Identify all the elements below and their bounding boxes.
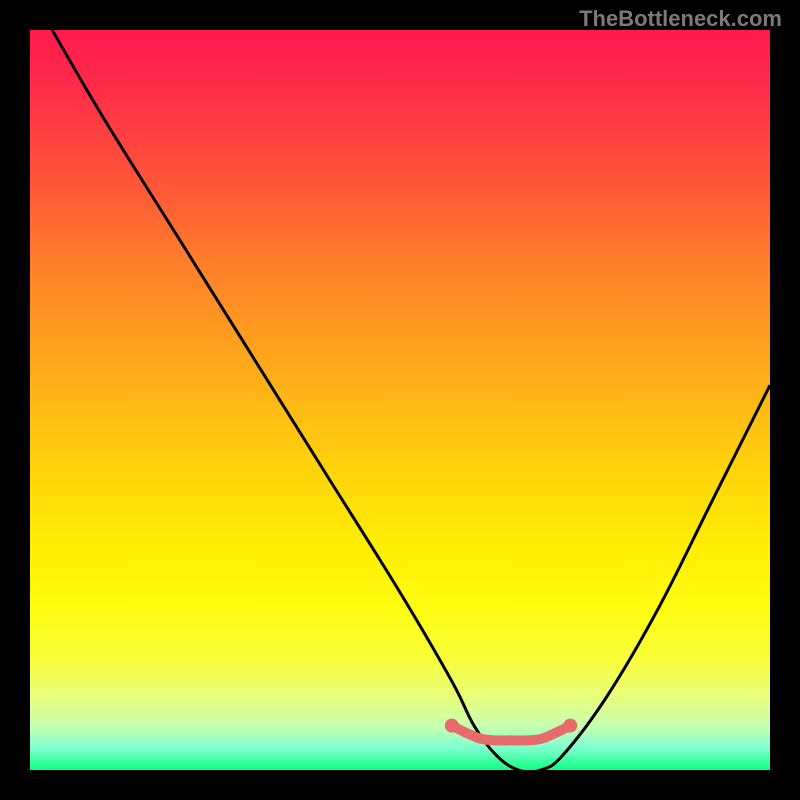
bottleneck-curve-path [52, 30, 770, 770]
watermark-text: TheBottleneck.com [579, 6, 782, 32]
optimal-zone-end-dot [563, 719, 577, 733]
chart-plot-area [30, 30, 770, 770]
chart-svg-layer [30, 30, 770, 770]
optimal-zone-marker-path [452, 726, 570, 741]
optimal-zone-start-dot [445, 719, 459, 733]
